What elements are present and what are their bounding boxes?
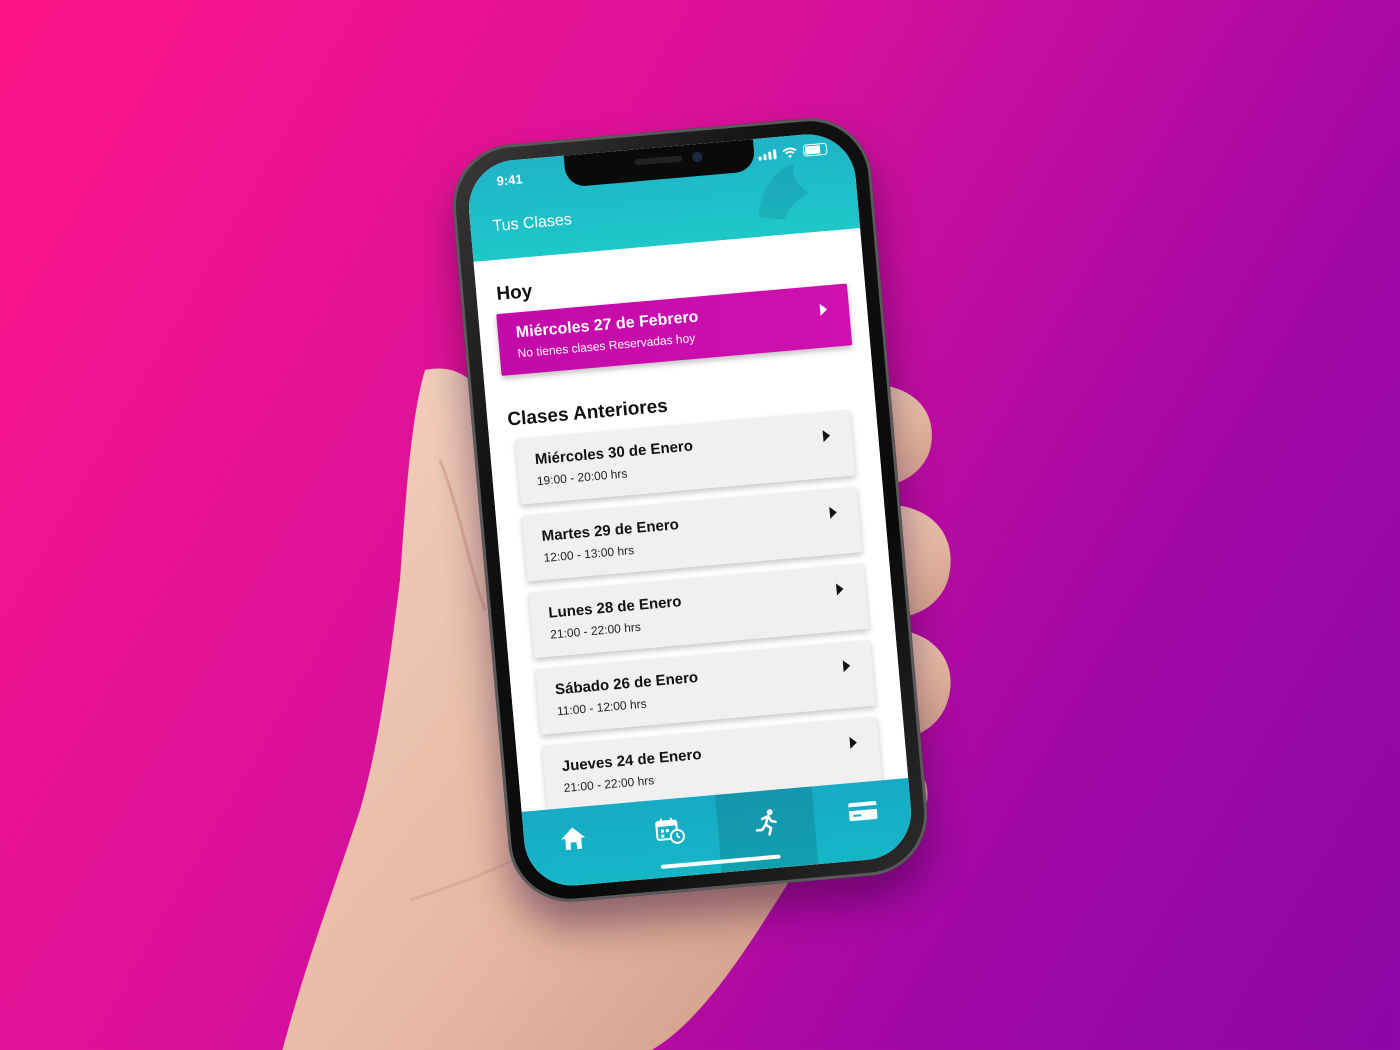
gym-logo-watermark [758,163,809,220]
calendar-clock-icon [654,817,685,844]
phone-screen: 9:41 Tus Clases Hoy Miércoles 27 de Febr… [465,130,915,890]
home-icon [560,827,585,851]
page-title: Tus Clases [491,211,573,236]
nav-payments[interactable] [812,778,915,864]
classes-content[interactable]: Hoy Miércoles 27 de Febrero No tienes cl… [473,228,909,812]
card-icon [847,801,877,822]
speaker-grille [634,155,683,166]
chevron-right-icon [829,506,838,519]
running-icon [755,809,777,836]
chevron-right-icon [819,303,828,316]
phone-frame: 9:41 Tus Clases Hoy Miércoles 27 de Febr… [447,113,933,907]
nav-schedule[interactable] [618,795,721,881]
phone-mockup: 9:41 Tus Clases Hoy Miércoles 27 de Febr… [447,113,933,907]
chevron-right-icon [835,582,844,596]
nav-home[interactable] [522,803,625,889]
chevron-right-icon [822,429,831,443]
chevron-right-icon [849,736,858,749]
past-classes-list: Miércoles 30 de Enero 19:00 - 20:00 hrs … [515,409,883,812]
front-camera [691,151,703,163]
status-time: 9:41 [495,171,524,189]
chevron-right-icon [842,659,851,673]
